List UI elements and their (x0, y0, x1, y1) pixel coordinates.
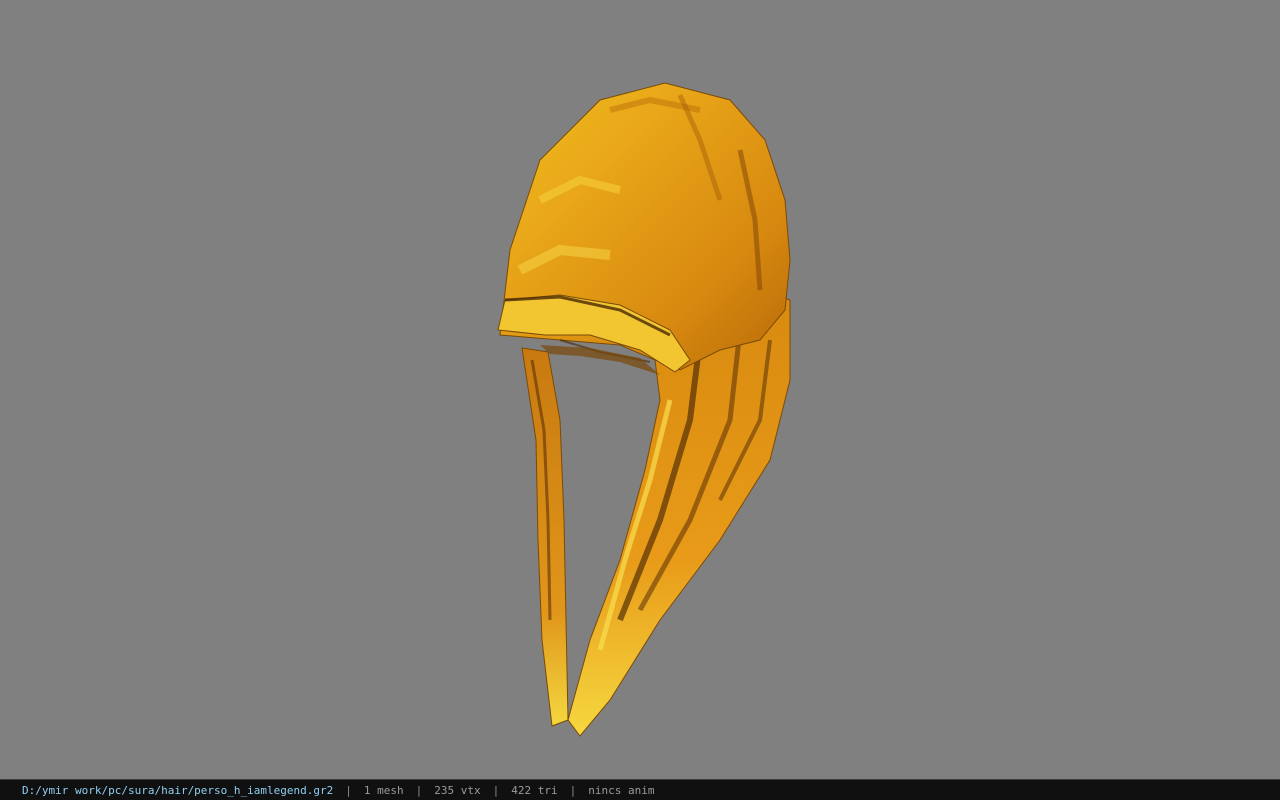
file-path: D:/ymir work/pc/sura/hair/perso_h_iamleg… (22, 783, 334, 797)
hood-model[interactable] (0, 0, 1280, 779)
separator: | (345, 783, 352, 797)
3d-viewport[interactable] (0, 0, 1280, 779)
triangle-count: 422 tri (511, 783, 558, 797)
vertex-count: 235 vtx (434, 783, 481, 797)
separator: | (569, 783, 577, 797)
separator: | (492, 783, 500, 797)
mesh-count: 1 mesh (363, 783, 404, 797)
status-bar: D:/ymir work/pc/sura/hair/perso_h_iamleg… (0, 779, 1280, 800)
separator: | (415, 783, 423, 797)
anim-status: nincs anim (588, 783, 655, 797)
left-tail (521, 347, 569, 727)
